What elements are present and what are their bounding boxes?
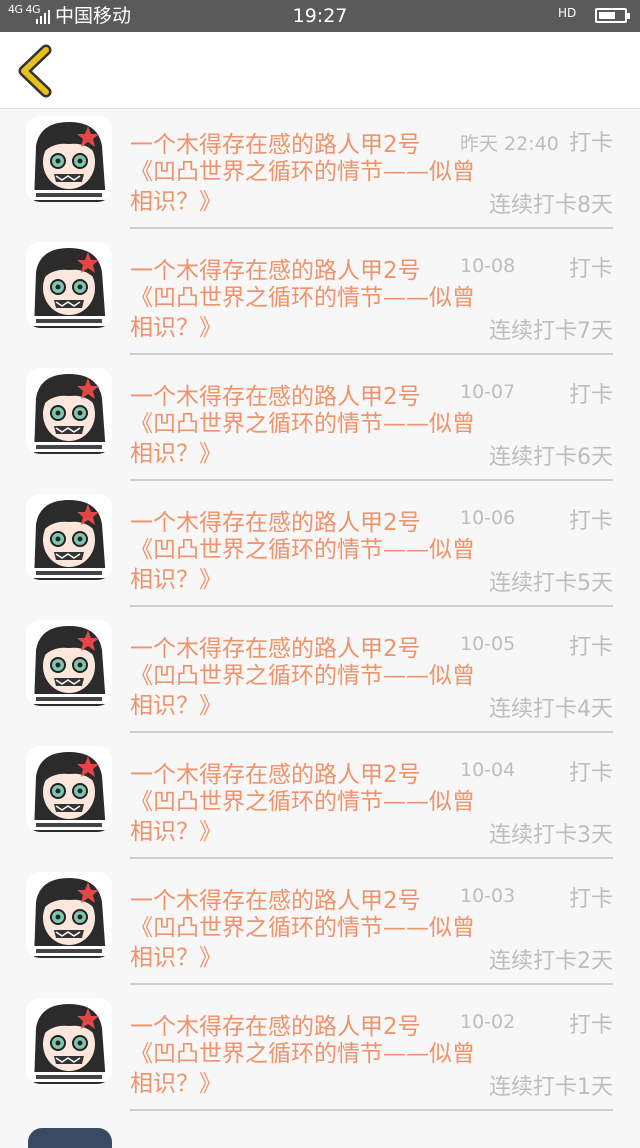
book-title[interactable]: 《凹凸世界之循环的情节——似曾相识？》 <box>130 661 480 721</box>
checkin-list: 一个木得存在感的路人甲2号 昨天 22:40 打卡 《凹凸世界之循环的情节——似… <box>0 109 640 1117</box>
user-name[interactable]: 一个木得存在感的路人甲2号 <box>130 125 421 159</box>
avatar-image <box>26 746 112 832</box>
streak-count: 连续打卡6天 <box>489 445 613 470</box>
book-title[interactable]: 《凹凸世界之循环的情节——似曾相识？》 <box>130 787 480 847</box>
checkin-date: 10-08 <box>460 255 516 277</box>
avatar-image <box>26 368 112 454</box>
avatar[interactable] <box>26 368 112 454</box>
list-item[interactable]: 一个木得存在感的路人甲2号 10-08 打卡 《凹凸世界之循环的情节——似曾相识… <box>0 235 640 361</box>
list-item[interactable]: 一个木得存在感的路人甲2号 10-05 打卡 《凹凸世界之循环的情节——似曾相识… <box>0 613 640 739</box>
avatar-image <box>26 494 112 580</box>
user-name[interactable]: 一个木得存在感的路人甲2号 <box>130 629 421 663</box>
avatar-image <box>26 620 112 706</box>
avatar-image <box>26 998 112 1084</box>
streak-count: 连续打卡8天 <box>489 193 613 218</box>
book-title[interactable]: 《凹凸世界之循环的情节——似曾相识？》 <box>130 535 480 595</box>
avatar[interactable] <box>26 872 112 958</box>
avatar-image <box>26 872 112 958</box>
user-name[interactable]: 一个木得存在感的路人甲2号 <box>130 881 421 915</box>
item-content: 一个木得存在感的路人甲2号 10-07 打卡 《凹凸世界之循环的情节——似曾相识… <box>130 361 613 481</box>
list-item[interactable]: 一个木得存在感的路人甲2号 10-02 打卡 《凹凸世界之循环的情节——似曾相识… <box>0 991 640 1117</box>
avatar[interactable] <box>26 242 112 328</box>
back-button[interactable] <box>8 40 68 100</box>
list-item[interactable]: 一个木得存在感的路人甲2号 10-06 打卡 《凹凸世界之循环的情节——似曾相识… <box>0 487 640 613</box>
book-title[interactable]: 《凹凸世界之循环的情节——似曾相识？》 <box>130 913 480 973</box>
checkin-label: 打卡 <box>568 1013 613 1038</box>
book-title[interactable]: 《凹凸世界之循环的情节——似曾相识？》 <box>130 157 480 217</box>
item-content: 一个木得存在感的路人甲2号 10-06 打卡 《凹凸世界之循环的情节——似曾相识… <box>130 487 613 607</box>
user-name[interactable]: 一个木得存在感的路人甲2号 <box>130 377 421 411</box>
list-item[interactable]: 一个木得存在感的路人甲2号 昨天 22:40 打卡 《凹凸世界之循环的情节——似… <box>0 109 640 235</box>
checkin-date: 10-07 <box>460 381 516 403</box>
checkin-label: 打卡 <box>568 383 613 408</box>
book-title[interactable]: 《凹凸世界之循环的情节——似曾相识？》 <box>130 409 480 469</box>
avatar <box>28 1128 112 1148</box>
item-content: 一个木得存在感的路人甲2号 10-02 打卡 《凹凸世界之循环的情节——似曾相识… <box>130 991 613 1111</box>
streak-count: 连续打卡5天 <box>489 571 613 596</box>
avatar[interactable] <box>26 494 112 580</box>
user-name[interactable]: 一个木得存在感的路人甲2号 <box>130 503 421 537</box>
checkin-label: 打卡 <box>568 887 613 912</box>
checkin-date: 昨天 22:40 <box>460 133 559 155</box>
checkin-date: 10-03 <box>460 885 516 907</box>
checkin-date: 10-05 <box>460 633 516 655</box>
item-content: 一个木得存在感的路人甲2号 昨天 22:40 打卡 《凹凸世界之循环的情节——似… <box>130 109 613 229</box>
user-name[interactable]: 一个木得存在感的路人甲2号 <box>130 1007 421 1041</box>
streak-count: 连续打卡1天 <box>489 1075 613 1100</box>
avatar[interactable] <box>26 998 112 1084</box>
checkin-label: 打卡 <box>568 131 613 156</box>
item-content: 一个木得存在感的路人甲2号 10-03 打卡 《凹凸世界之循环的情节——似曾相识… <box>130 865 613 985</box>
checkin-date: 10-06 <box>460 507 516 529</box>
user-name[interactable]: 一个木得存在感的路人甲2号 <box>130 755 421 789</box>
checkin-label: 打卡 <box>568 257 613 282</box>
user-name[interactable]: 一个木得存在感的路人甲2号 <box>130 251 421 285</box>
list-item[interactable]: 一个木得存在感的路人甲2号 10-07 打卡 《凹凸世界之循环的情节——似曾相识… <box>0 361 640 487</box>
list-item[interactable]: 一个木得存在感的路人甲2号 10-03 打卡 《凹凸世界之循环的情节——似曾相识… <box>0 865 640 991</box>
avatar-image <box>26 116 112 202</box>
chevron-left-icon <box>18 44 52 98</box>
avatar[interactable] <box>26 116 112 202</box>
status-bar: 4G 4G 中国移动 19:27 HD <box>0 0 640 32</box>
streak-count: 连续打卡2天 <box>489 949 613 974</box>
checkin-date: 10-02 <box>460 1011 516 1033</box>
checkin-label: 打卡 <box>568 635 613 660</box>
list-item[interactable]: 一个木得存在感的路人甲2号 10-04 打卡 《凹凸世界之循环的情节——似曾相识… <box>0 739 640 865</box>
item-content: 一个木得存在感的路人甲2号 10-05 打卡 《凹凸世界之循环的情节——似曾相识… <box>130 613 613 733</box>
checkin-label: 打卡 <box>568 509 613 534</box>
streak-count: 连续打卡3天 <box>489 823 613 848</box>
hd-call-icon: HD <box>558 6 577 20</box>
checkin-label: 打卡 <box>568 761 613 786</box>
battery-icon <box>595 8 630 23</box>
book-title[interactable]: 《凹凸世界之循环的情节——似曾相识？》 <box>130 283 480 343</box>
streak-count: 连续打卡7天 <box>489 319 613 344</box>
avatar-image <box>26 242 112 328</box>
item-content: 一个木得存在感的路人甲2号 10-08 打卡 《凹凸世界之循环的情节——似曾相识… <box>130 235 613 355</box>
clock: 19:27 <box>292 5 348 27</box>
avatar[interactable] <box>26 620 112 706</box>
avatar[interactable] <box>26 746 112 832</box>
nav-bar <box>0 32 640 109</box>
streak-count: 连续打卡4天 <box>489 697 613 722</box>
item-content: 一个木得存在感的路人甲2号 10-04 打卡 《凹凸世界之循环的情节——似曾相识… <box>130 739 613 859</box>
checkin-date: 10-04 <box>460 759 516 781</box>
book-title[interactable]: 《凹凸世界之循环的情节——似曾相识？》 <box>130 1039 480 1099</box>
